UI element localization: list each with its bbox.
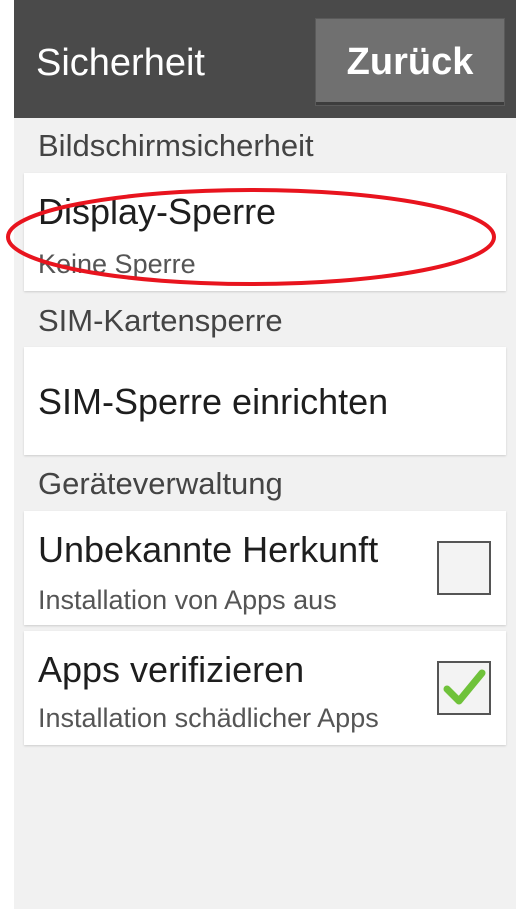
unknown-sources-title: Unbekannte Herkunft — [38, 529, 379, 570]
unknown-sources-item[interactable]: Unbekannte Herkunft Installation von App… — [24, 511, 506, 625]
back-button[interactable]: Zurück — [315, 18, 505, 106]
security-settings-screen: Sicherheit Zurück Bildschirmsicherheit D… — [14, 0, 516, 909]
display-lock-item[interactable]: Display-Sperre Keine Sperre — [24, 173, 506, 291]
display-lock-title: Display-Sperre — [38, 191, 277, 232]
sim-lock-setup-title: SIM-Sperre einrichten — [38, 381, 389, 422]
section-header-screen-security: Bildschirmsicherheit — [38, 128, 314, 163]
display-lock-subtitle: Keine Sperre — [38, 249, 196, 279]
verify-apps-title: Apps verifizieren — [38, 649, 305, 690]
verify-apps-subtitle: Installation schädlicher Apps — [38, 703, 379, 733]
section-header-sim-lock: SIM-Kartensperre — [38, 303, 283, 338]
checkmark-icon — [443, 669, 486, 705]
header-bar: Sicherheit Zurück — [14, 0, 516, 118]
verify-apps-item[interactable]: Apps verifizieren Installation schädlich… — [24, 631, 506, 745]
section-header-device-admin: Geräteverwaltung — [38, 466, 283, 501]
page-title: Sicherheit — [36, 42, 205, 84]
verify-apps-checkbox[interactable] — [437, 661, 491, 715]
unknown-sources-checkbox[interactable] — [437, 541, 491, 595]
sim-lock-setup-item[interactable]: SIM-Sperre einrichten — [24, 347, 506, 455]
unknown-sources-subtitle: Installation von Apps aus — [38, 585, 337, 615]
